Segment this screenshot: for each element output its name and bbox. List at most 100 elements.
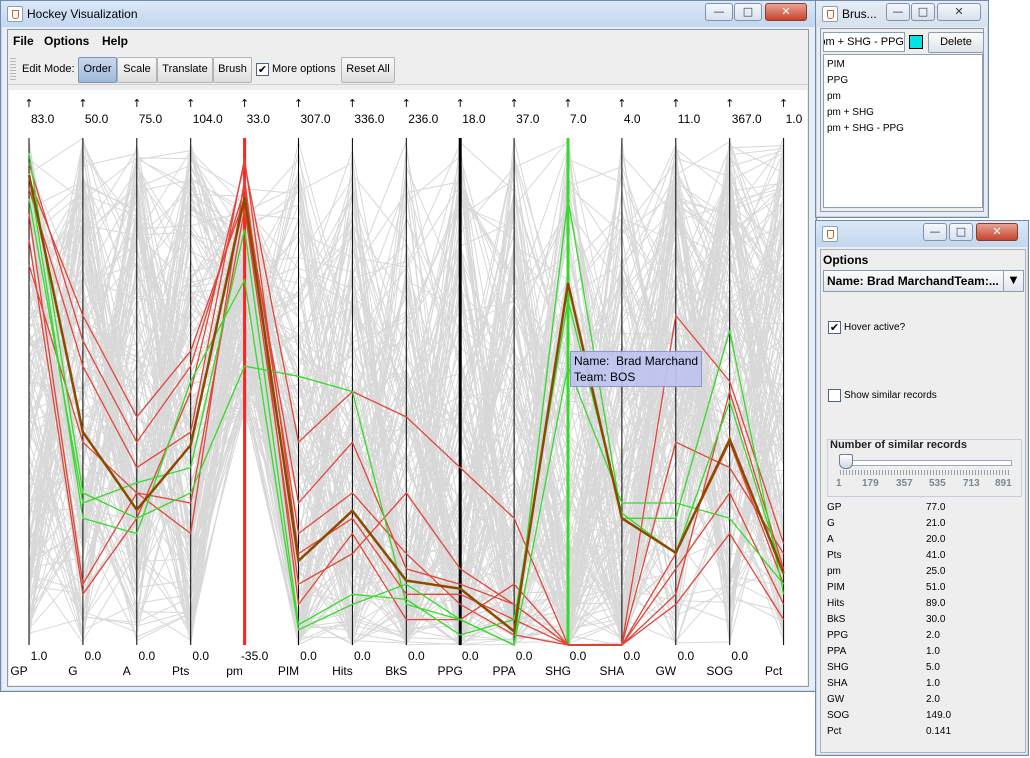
options-client: Options Name: Brad MarchandTeam:... ▼ ✔ … (820, 249, 1026, 753)
maximize-icon[interactable]: □ (734, 3, 762, 21)
similar-records-title: Number of similar records (830, 439, 967, 451)
axis-min-label: 0.0 (677, 649, 694, 663)
stat-value: 149.0 (926, 710, 952, 721)
stat-value: 51.0 (926, 582, 946, 593)
axis-name-label[interactable]: G (68, 664, 77, 678)
scale-button[interactable]: Scale (117, 57, 157, 83)
stat-key: SOG (827, 710, 850, 721)
axis-max-label: 50.0 (85, 112, 109, 126)
axis-name-label[interactable]: Pts (172, 664, 189, 678)
brush-button[interactable]: Brush (213, 57, 252, 83)
list-item[interactable]: pm + SHG (827, 107, 874, 118)
list-item[interactable]: pm (827, 91, 841, 102)
tooltip-name: Name: Brad Marchand (574, 354, 699, 368)
close-icon[interactable]: ✕ (976, 223, 1018, 241)
tooltip-team: Team: BOS (574, 370, 636, 384)
slider-thumb[interactable] (839, 454, 853, 469)
axis-name-label[interactable]: Hits (332, 664, 353, 678)
chart-svg[interactable]: ↑ ↑ ↑ ↑ ↑ ↑ ↑ ↑ ↑ ↑ ↑ ↑ ↑ ↑ ↑ 83.0 1.0 GP 50.0 0.0 G 75.0 0.0… (9, 90, 807, 685)
axis-max-label: 83.0 (31, 112, 55, 126)
axis-name-label[interactable]: PIM (278, 664, 299, 678)
brush-color-swatch[interactable] (909, 35, 923, 49)
axis-order-arrow-icon[interactable]: ↑ (78, 97, 87, 110)
axis-order-arrow-icon[interactable]: ↑ (779, 97, 788, 110)
parallel-coordinates-plot[interactable]: ↑ ↑ ↑ ↑ ↑ ↑ ↑ ↑ ↑ ↑ ↑ ↑ ↑ ↑ ↑ 83.0 1.0 GP 50.0 0.0 G 75.0 0.0… (9, 90, 807, 685)
stat-key: PIM (827, 582, 845, 593)
axis-name-label[interactable]: PPG (438, 664, 463, 678)
axis-max-label: 11.0 (678, 112, 701, 126)
java-icon (7, 6, 23, 22)
axis-name-label[interactable]: SHG (545, 664, 571, 678)
hover-active-checkbox[interactable]: ✔ (828, 321, 841, 334)
minimize-icon[interactable]: — (923, 223, 947, 241)
list-item[interactable]: PPG (827, 75, 848, 86)
record-dropdown[interactable]: Name: Brad MarchandTeam:... ▼ (823, 270, 1024, 292)
options-titlebar[interactable]: — □ ✕ (816, 221, 1028, 247)
axis-name-label[interactable]: SOG (706, 664, 733, 678)
main-titlebar[interactable]: Hockey Visualization — □ ✕ (1, 1, 816, 27)
options-heading: Options (823, 253, 869, 267)
axis-min-label: 0.0 (462, 649, 479, 663)
stat-key: Hits (827, 598, 845, 609)
axis-name-label[interactable]: pm (226, 664, 243, 678)
slider-tick: 1 (836, 478, 842, 489)
stat-value: 1.0 (926, 646, 940, 657)
minimize-icon[interactable]: — (705, 3, 733, 21)
slider-tick: 357 (896, 478, 913, 489)
axis-name-label[interactable]: GW (655, 664, 676, 678)
close-icon[interactable]: ✕ (765, 3, 807, 21)
brush-list[interactable]: PIM PPG pm pm + SHG pm + SHG - PPG (823, 54, 983, 208)
stat-value: 2.0 (926, 630, 940, 641)
stat-key: SHG (827, 662, 849, 673)
axis-order-arrow-icon[interactable]: ↑ (24, 97, 33, 110)
axis-order-arrow-icon[interactable]: ↑ (563, 97, 572, 110)
axis-order-arrow-icon[interactable]: ↑ (132, 97, 141, 110)
order-button[interactable]: Order (78, 57, 117, 83)
axis-order-arrow-icon[interactable]: ↑ (294, 97, 303, 110)
axis-name-label[interactable]: BkS (385, 664, 407, 678)
axis-name-label[interactable]: PPA (493, 664, 516, 678)
axis-order-arrow-icon[interactable]: ↑ (671, 97, 680, 110)
axis-order-arrow-icon[interactable]: ↑ (725, 97, 734, 110)
show-similar-checkbox[interactable] (828, 389, 841, 402)
toolbar-grip[interactable] (10, 58, 16, 80)
stat-key: PPG (827, 630, 849, 641)
brush-titlebar[interactable]: Brus... — □ ✕ (816, 1, 988, 27)
axis-name-label[interactable]: A (123, 664, 131, 678)
axis-order-arrow-icon[interactable]: ↑ (509, 97, 518, 110)
axis-name-label[interactable]: Pct (765, 664, 783, 678)
more-options-label: More options (272, 63, 336, 75)
axis-max-label: 104.0 (193, 112, 223, 126)
reset-all-button[interactable]: Reset All (341, 57, 395, 83)
delete-button[interactable]: Delete (928, 32, 984, 53)
axis-name-label[interactable]: SHA (600, 664, 625, 678)
menu-help[interactable]: Help (102, 34, 128, 48)
menu-file[interactable]: File (13, 34, 34, 48)
brush-expression-input[interactable]: pm + SHG - PPG (823, 32, 905, 52)
list-item[interactable]: PIM (827, 59, 845, 70)
axis-order-arrow-icon[interactable]: ↑ (240, 97, 249, 110)
list-item[interactable]: pm + SHG - PPG (827, 123, 904, 134)
axis-order-arrow-icon[interactable]: ↑ (348, 97, 357, 110)
toolbar: Edit Mode: Order Scale Translate Brush ✔… (8, 54, 808, 85)
close-icon[interactable]: ✕ (937, 3, 981, 21)
maximize-icon[interactable]: □ (949, 223, 973, 241)
slider-track[interactable] (840, 460, 1012, 466)
axis-order-arrow-icon[interactable]: ↑ (402, 97, 411, 110)
axis-min-label: 0.0 (85, 649, 102, 663)
minimize-icon[interactable]: — (886, 3, 910, 21)
stat-value: 25.0 (926, 566, 946, 577)
axis-order-arrow-icon[interactable]: ↑ (186, 97, 195, 110)
stat-key: SHA (827, 678, 848, 689)
dropdown-arrow-icon[interactable]: ▼ (1003, 271, 1023, 291)
axis-name-label[interactable]: GP (10, 664, 27, 678)
record-stats: GP 77.0 G 21.0 A 20.0 Pts 41.0 pm 25.0 PIM 51.0 Hits… (821, 502, 1021, 758)
more-options-checkbox[interactable]: ✔ (256, 63, 269, 76)
axis-order-arrow-icon[interactable]: ↑ (617, 97, 626, 110)
menubar: File Options Help (8, 30, 808, 52)
translate-button[interactable]: Translate (157, 57, 213, 83)
axis-max-label: 7.0 (570, 112, 587, 126)
axis-order-arrow-icon[interactable]: ↑ (456, 97, 465, 110)
maximize-icon[interactable]: □ (911, 3, 935, 21)
menu-options[interactable]: Options (44, 34, 89, 48)
